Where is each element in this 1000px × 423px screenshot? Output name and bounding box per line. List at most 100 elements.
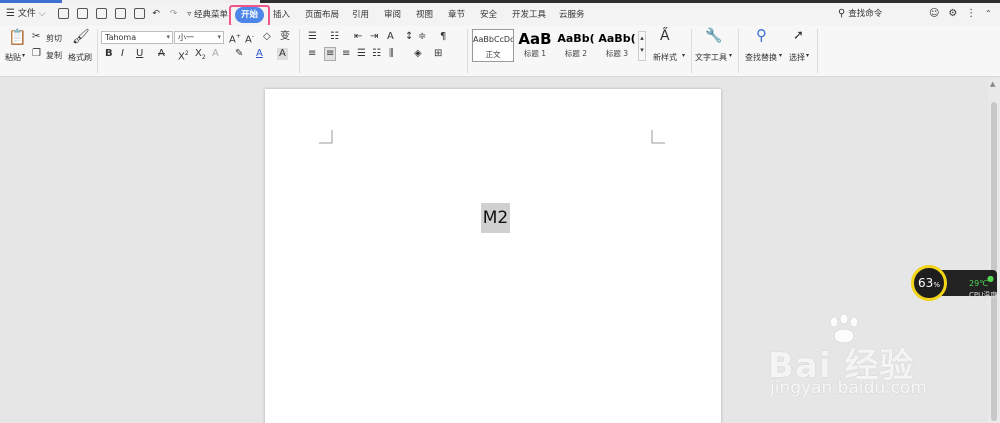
skin-icon[interactable]: ☺ bbox=[929, 8, 939, 19]
hamburger-icon: ☰ bbox=[6, 8, 15, 19]
text-effect-icon[interactable]: A bbox=[212, 48, 219, 60]
sort-icon[interactable]: ↕ bbox=[405, 31, 413, 43]
tab-developer-tools[interactable]: 开发工具 bbox=[512, 7, 546, 23]
chinese-layout-icon[interactable]: A bbox=[387, 31, 394, 43]
columns-icon[interactable]: ⫼ bbox=[389, 48, 394, 60]
shrink-font-icon[interactable]: A- bbox=[245, 31, 254, 46]
print-icon[interactable] bbox=[114, 8, 126, 19]
export-pdf-icon[interactable] bbox=[95, 8, 107, 19]
font-color-icon[interactable]: A bbox=[256, 48, 263, 60]
style-preview: AaBb( bbox=[598, 32, 636, 45]
align-left-icon[interactable]: ≡ bbox=[308, 48, 316, 60]
justify-icon[interactable]: ☰ bbox=[357, 48, 366, 60]
font-size-value: 小一 bbox=[178, 33, 194, 42]
font-name-value: Tahoma bbox=[105, 33, 137, 42]
tab-references[interactable]: 引用 bbox=[352, 7, 369, 23]
bold-icon[interactable]: B bbox=[105, 48, 113, 60]
chevron-down-icon: ▾ bbox=[166, 33, 170, 41]
tab-security[interactable]: 安全 bbox=[480, 7, 497, 23]
margin-corner-top-right bbox=[651, 130, 665, 144]
chevron-down-icon: ▾ bbox=[22, 52, 26, 59]
open-icon[interactable] bbox=[58, 8, 69, 19]
subscript-icon[interactable]: X2 bbox=[195, 48, 206, 64]
shading-icon[interactable]: ◈ bbox=[414, 48, 422, 60]
superscript-icon[interactable]: X2 bbox=[178, 48, 189, 63]
char-shading-icon[interactable]: A bbox=[277, 48, 288, 60]
scroll-up-icon[interactable]: ▲ bbox=[990, 80, 995, 88]
scissors-icon: ✂ bbox=[32, 31, 41, 42]
chevron-down-icon: ▾ bbox=[779, 52, 783, 59]
file-menu[interactable]: ☰ 文件 ⌵ bbox=[6, 3, 46, 25]
font-size-select[interactable]: 小一 ▾ bbox=[174, 31, 224, 44]
numbering-icon[interactable]: ☷ bbox=[330, 31, 339, 43]
font-name-select[interactable]: Tahoma ▾ bbox=[101, 31, 173, 44]
grow-font-icon[interactable]: A+ bbox=[229, 31, 241, 46]
command-search-label: 查找命令 bbox=[848, 9, 883, 19]
strikethrough-icon[interactable]: A bbox=[158, 48, 165, 60]
divider bbox=[97, 29, 98, 73]
style-name: 标题 3 bbox=[605, 49, 629, 58]
watermark-url: jingyan.baidu.com bbox=[770, 378, 927, 398]
copy-label: 复制 bbox=[46, 51, 62, 60]
file-menu-label: 文件 bbox=[17, 9, 36, 19]
align-right-icon[interactable]: ≡ bbox=[342, 48, 350, 60]
style-normal[interactable]: AaBbCcDd 正文 bbox=[472, 29, 514, 62]
tab-insert[interactable]: 插入 bbox=[273, 7, 290, 23]
borders-icon[interactable]: ⊞ bbox=[434, 48, 442, 60]
find-replace-label: 查找替换 bbox=[745, 53, 777, 62]
customize-icon[interactable]: ▿ bbox=[187, 9, 191, 18]
search-icon: ⚲ bbox=[838, 8, 846, 19]
collapse-ribbon-icon[interactable]: ⌃ bbox=[985, 9, 992, 18]
window-controls: ☺ ⚙ ⋮ ⌃ bbox=[929, 3, 992, 25]
redo-icon[interactable]: ↷ bbox=[170, 9, 178, 19]
menu-bar: ☰ 文件 ⌵ ↶ ↷ ▿ 经典菜单 开始 插入 页面布局 引用 审阅 视图 章节… bbox=[0, 3, 1000, 27]
highlight-color-icon[interactable]: ✎ bbox=[235, 48, 243, 60]
style-heading-1[interactable]: AaB 标题 1 bbox=[515, 29, 555, 62]
tab-review[interactable]: 审阅 bbox=[384, 7, 401, 23]
document-selected-text[interactable]: M2 bbox=[481, 203, 510, 233]
print-preview-icon[interactable] bbox=[133, 8, 145, 19]
document-page[interactable]: M2 bbox=[265, 89, 721, 423]
cpu-temp-label: CPU温度 bbox=[969, 291, 998, 299]
copy-icon: ❐ bbox=[32, 48, 41, 59]
divider bbox=[738, 29, 739, 73]
tab-classic-menu[interactable]: 经典菜单 bbox=[194, 7, 228, 23]
cpu-temperature-widget[interactable]: 29℃ ● CPU温度 63% bbox=[910, 264, 997, 302]
save-icon[interactable] bbox=[76, 8, 88, 19]
quick-access-toolbar: ↶ ↷ ▿ bbox=[58, 3, 191, 25]
vertical-scrollbar[interactable]: ▲ bbox=[988, 78, 1000, 423]
scrollbar-thumb[interactable] bbox=[991, 102, 997, 421]
divider bbox=[817, 29, 818, 73]
chevron-down-icon: ▾ bbox=[682, 52, 686, 59]
chevron-down-icon: ▾ bbox=[217, 33, 221, 41]
bullets-icon[interactable]: ☰ bbox=[308, 31, 317, 43]
styles-gallery-scroll-icon[interactable]: ▴ ▾ bbox=[638, 31, 646, 61]
new-style-icon: A̋ bbox=[660, 28, 670, 44]
chevron-down-icon: ⌵ bbox=[38, 9, 46, 19]
tab-highlight-annotation bbox=[229, 5, 270, 27]
format-painter-label: 格式刷 bbox=[68, 53, 92, 62]
decrease-indent-icon[interactable]: ⇤ bbox=[354, 31, 362, 43]
ribbon-toolbar: 📋 粘贴 ▾ ✂ 剪切 ❐ 复制 🖌 格式刷 Tahoma ▾ 小一 ▾ A+ … bbox=[0, 25, 1000, 77]
tab-page-layout[interactable]: 页面布局 bbox=[305, 7, 339, 23]
style-heading-2[interactable]: AaBb( 标题 2 bbox=[556, 29, 596, 62]
distributed-icon[interactable]: ☷ bbox=[372, 48, 381, 60]
tab-view[interactable]: 视图 bbox=[416, 7, 433, 23]
undo-icon[interactable]: ↶ bbox=[152, 9, 160, 19]
style-heading-3[interactable]: AaBb( 标题 3 bbox=[597, 29, 637, 62]
command-search[interactable]: ⚲ 查找命令 bbox=[838, 3, 882, 25]
increase-indent-icon[interactable]: ⇥ bbox=[370, 31, 378, 43]
clear-format-icon[interactable]: ◇ bbox=[263, 31, 271, 43]
line-spacing-icon[interactable]: ≑ bbox=[418, 31, 426, 43]
underline-icon[interactable]: U bbox=[136, 48, 143, 60]
tab-section[interactable]: 章节 bbox=[448, 7, 465, 23]
gear-icon[interactable]: ⚙ bbox=[948, 8, 957, 19]
margin-corner-top-left bbox=[319, 130, 333, 144]
align-center-icon[interactable]: ≡ bbox=[324, 47, 337, 61]
show-marks-icon[interactable]: ¶ bbox=[440, 31, 446, 43]
more-icon[interactable]: ⋮ bbox=[966, 8, 976, 19]
style-preview: AaBb( bbox=[557, 32, 595, 45]
italic-icon[interactable]: I bbox=[121, 48, 124, 60]
tab-cloud-service[interactable]: 云服务 bbox=[559, 7, 585, 23]
phonetic-guide-icon[interactable]: 变 bbox=[280, 31, 290, 43]
